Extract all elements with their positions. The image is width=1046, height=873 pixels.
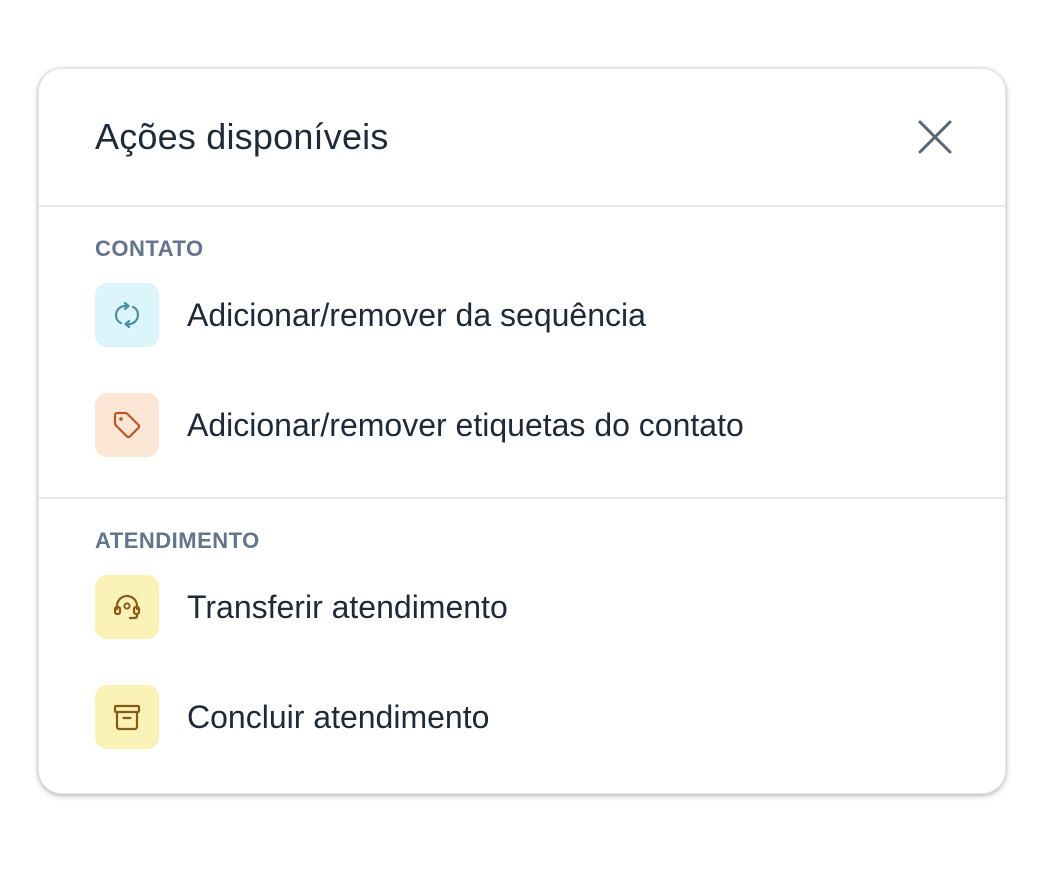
action-sequence[interactable]: Adicionar/remover da sequência (95, 283, 949, 347)
headset-icon-box (95, 575, 159, 639)
archive-icon (113, 704, 141, 731)
modal-header: Ações disponíveis (39, 69, 1005, 207)
headset-icon (113, 594, 141, 620)
section-atendimento: ATENDIMENTO Transferir atendimento Concl… (39, 499, 1005, 749)
actions-modal: Ações disponíveis CONTATO Adicionar/remo… (38, 68, 1006, 794)
section-label-atendimento: ATENDIMENTO (95, 528, 260, 553)
archive-icon-box (95, 685, 159, 749)
close-icon (918, 120, 952, 154)
section-label-contato: CONTATO (95, 236, 204, 261)
modal-title: Ações disponíveis (95, 116, 389, 157)
sequence-icon (114, 301, 140, 329)
action-tags-label: Adicionar/remover etiquetas do contato (187, 406, 744, 443)
action-transfer[interactable]: Transferir atendimento (95, 575, 949, 639)
tag-icon (113, 411, 141, 439)
action-sequence-label: Adicionar/remover da sequência (187, 296, 646, 333)
sequence-icon-box (95, 283, 159, 347)
section-contato: CONTATO Adicionar/remover da sequência A… (39, 207, 1005, 499)
tag-icon-box (95, 393, 159, 457)
close-button[interactable] (913, 115, 957, 159)
action-conclude-label: Concluir atendimento (187, 698, 490, 735)
action-tags[interactable]: Adicionar/remover etiquetas do contato (95, 393, 949, 457)
action-conclude[interactable]: Concluir atendimento (95, 685, 949, 749)
action-transfer-label: Transferir atendimento (187, 588, 508, 625)
